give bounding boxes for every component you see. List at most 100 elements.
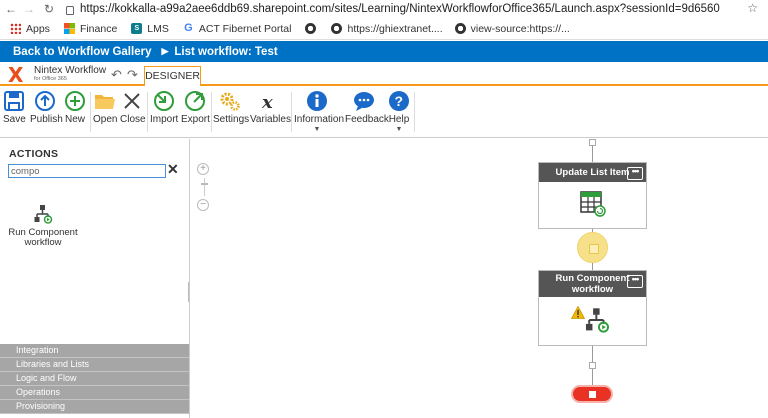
- export-icon: [185, 91, 205, 111]
- import-label: Import: [150, 114, 179, 125]
- group-provisioning[interactable]: Provisioning: [0, 400, 189, 414]
- bookmark-label: LMS: [147, 22, 169, 35]
- actions-search-input[interactable]: [8, 164, 166, 178]
- group-logic-and-flow[interactable]: Logic and Flow: [0, 372, 189, 386]
- close-button[interactable]: Close: [120, 90, 146, 125]
- lock-icon: [66, 5, 74, 15]
- connector-drop-point[interactable]: [589, 139, 596, 146]
- open-label: Open: [93, 114, 118, 125]
- open-button[interactable]: Open: [93, 90, 118, 125]
- undo-icon[interactable]: ↶: [111, 67, 122, 83]
- connector-line: [592, 263, 593, 270]
- pending-drop-node[interactable]: [577, 232, 608, 263]
- forward-arrow-icon[interactable]: →: [22, 2, 36, 16]
- settings-label: Settings: [213, 114, 250, 125]
- feedback-chat-icon: [354, 92, 374, 111]
- settings-button[interactable]: Settings: [213, 90, 250, 125]
- information-label: Information: [294, 114, 345, 125]
- close-label: Close: [120, 114, 146, 125]
- apps-grid-icon: [10, 23, 21, 34]
- new-plus-icon: [65, 91, 85, 111]
- bookmark-label: ACT Fibernet Portal: [198, 22, 292, 35]
- help-question-icon: ?: [389, 91, 409, 111]
- url-field[interactable]: https://kokkalla-a99a2aee6ddb69.sharepoi…: [80, 3, 720, 15]
- variables-button[interactable]: x Variables: [250, 90, 291, 125]
- reload-icon[interactable]: ↻: [42, 2, 56, 16]
- ribbon-toolbar: Save Publish New Open Close Import Expor…: [0, 86, 768, 138]
- bookmark-lms[interactable]: S LMS: [131, 23, 169, 35]
- sharepoint-nav-bar: Back to Workflow Gallery ▶ List workflow…: [0, 41, 768, 62]
- back-arrow-icon[interactable]: ←: [4, 2, 18, 16]
- folder-icon: [95, 95, 115, 109]
- microsoft-icon: [63, 23, 75, 34]
- info-icon: [307, 91, 327, 111]
- browser-address-bar: ← → ↻ https://kokkalla-a99a2aee6ddb69.sh…: [0, 0, 768, 18]
- connector-drop-point[interactable]: [589, 362, 596, 369]
- save-button[interactable]: Save: [3, 90, 26, 125]
- close-icon: [124, 93, 140, 109]
- variables-x-icon: x: [261, 92, 273, 112]
- globe-icon: [305, 23, 317, 34]
- back-to-gallery-link[interactable]: Back to Workflow Gallery: [13, 46, 151, 58]
- redo-icon[interactable]: ↷: [127, 67, 138, 83]
- help-label: Help: [388, 114, 410, 125]
- node-update-list-item[interactable]: Update List Item •••: [538, 162, 647, 229]
- bookmark-label: https://ghiextranet....: [347, 22, 443, 35]
- bookmark-star-icon[interactable]: ☆: [747, 1, 758, 15]
- group-integration[interactable]: Integration: [0, 344, 189, 358]
- new-button[interactable]: New: [64, 90, 86, 125]
- node-title: Update List Item: [555, 167, 630, 178]
- workflow-canvas[interactable]: [191, 139, 768, 418]
- new-label: New: [64, 114, 85, 125]
- node-menu-button[interactable]: •••: [627, 275, 643, 288]
- node-body: [539, 297, 646, 345]
- logo-title: Nintex Workflow: [34, 65, 107, 76]
- help-button[interactable]: ? Help ▼: [387, 90, 411, 133]
- export-button[interactable]: Export: [181, 90, 210, 125]
- tab-designer[interactable]: DESIGNER: [144, 66, 201, 86]
- breadcrumb-arrow-icon: ▶: [161, 46, 169, 56]
- information-button[interactable]: Information ▼: [294, 90, 345, 133]
- export-label: Export: [181, 114, 210, 125]
- publish-button[interactable]: Publish: [30, 90, 63, 125]
- zoom-slider[interactable]: [200, 178, 208, 196]
- node-header: Run Component workflow •••: [539, 271, 646, 297]
- run-component-workflow-icon: [34, 205, 53, 224]
- group-libraries-and-lists[interactable]: Libraries and Lists: [0, 358, 189, 372]
- save-icon: [4, 91, 24, 111]
- ribbon-separator: [211, 92, 212, 132]
- actions-panel: ACTIONS ✕ Run Component workflow Integra…: [0, 139, 190, 418]
- zoom-out-icon[interactable]: −: [197, 199, 209, 211]
- zoom-in-icon[interactable]: +: [197, 163, 209, 175]
- import-icon: [154, 91, 174, 111]
- ribbon-separator: [291, 92, 292, 132]
- save-label: Save: [3, 114, 26, 125]
- node-header: Update List Item •••: [539, 163, 646, 182]
- nintex-header: X Nintex Workflow for Office 365 ↶ ↷ DES…: [0, 62, 768, 86]
- node-title: Run Component workflow: [555, 273, 630, 295]
- bookmark-label: Apps: [26, 22, 50, 35]
- clear-search-icon[interactable]: ✕: [167, 161, 179, 178]
- stop-node[interactable]: [571, 385, 613, 403]
- action-groups: Integration Libraries and Lists Logic an…: [0, 344, 189, 414]
- bookmark-act-fibernet[interactable]: G ACT Fibernet Portal: [183, 22, 292, 35]
- group-operations[interactable]: Operations: [0, 386, 189, 400]
- bookmark-view-source[interactable]: view-source:https://...: [454, 23, 570, 35]
- import-button[interactable]: Import: [150, 90, 178, 125]
- bookmark-globe[interactable]: [305, 23, 321, 34]
- google-icon: G: [184, 22, 193, 34]
- feedback-button[interactable]: Feedback: [345, 90, 389, 125]
- action-run-component-workflow[interactable]: Run Component workflow: [8, 204, 78, 248]
- dropdown-caret-icon: ▼: [395, 126, 403, 133]
- node-menu-button[interactable]: •••: [627, 167, 643, 180]
- bookmark-ghiextranet[interactable]: https://ghiextranet....: [331, 22, 443, 35]
- node-run-component-workflow[interactable]: Run Component workflow •••: [538, 270, 647, 346]
- run-component-workflow-icon: [585, 308, 610, 333]
- workflow-name: List workflow: Test: [174, 45, 278, 58]
- logo-subtitle: for Office 365: [34, 76, 67, 82]
- bookmark-finance[interactable]: Finance: [63, 23, 117, 35]
- ribbon-separator: [90, 92, 91, 132]
- nintex-x-icon: X: [8, 63, 24, 87]
- bookmark-apps[interactable]: Apps: [10, 23, 50, 35]
- publish-icon: [35, 91, 55, 111]
